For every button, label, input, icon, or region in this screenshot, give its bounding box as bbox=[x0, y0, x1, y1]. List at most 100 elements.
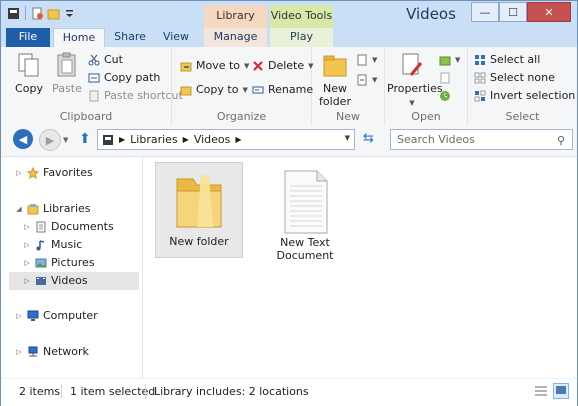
large-icons-view-icon bbox=[556, 386, 566, 394]
recent-locations-chevron-icon[interactable]: ▼ bbox=[63, 136, 68, 144]
minimize-button[interactable]: — bbox=[471, 2, 499, 22]
delete-label: Delete bbox=[268, 59, 305, 72]
nav-item-libraries[interactable]: ◢ Libraries bbox=[15, 200, 91, 218]
properties-label: Properties bbox=[387, 82, 443, 95]
tab-home[interactable]: Home bbox=[53, 28, 105, 49]
tab-file[interactable]: File bbox=[6, 28, 50, 47]
move-to-label: Move to bbox=[196, 59, 241, 72]
libraries-label: Libraries bbox=[43, 202, 91, 215]
scissors-icon bbox=[88, 54, 100, 66]
expand-arrow-icon[interactable]: ▷ bbox=[23, 254, 31, 272]
easy-access-button[interactable]: ▼ bbox=[356, 71, 377, 89]
search-input[interactable]: Search Videos bbox=[390, 129, 573, 150]
up-arrow-icon[interactable]: ⬆ bbox=[79, 131, 91, 147]
easy-access-icon bbox=[356, 74, 368, 86]
copy-to-button[interactable]: Copy to ▼ bbox=[180, 81, 248, 99]
nav-item-music[interactable]: ▷ Music bbox=[23, 236, 82, 254]
new-folder-label-2: folder bbox=[319, 95, 351, 108]
collapse-arrow-icon[interactable]: ◢ bbox=[15, 200, 23, 218]
paste-icon bbox=[53, 51, 81, 79]
large-icons-view-button[interactable] bbox=[553, 383, 569, 399]
status-divider bbox=[145, 384, 146, 399]
nav-item-network[interactable]: ▷ Network bbox=[15, 343, 89, 361]
forward-button[interactable]: ▶ bbox=[39, 129, 61, 151]
nav-item-documents[interactable]: ▷ Documents bbox=[23, 218, 113, 236]
tab-view[interactable]: View bbox=[157, 28, 195, 47]
easy-access-chevron-icon: ▼ bbox=[372, 76, 378, 84]
new-group-label: New bbox=[336, 110, 360, 123]
address-dropdown-icon[interactable]: ▼ bbox=[345, 134, 350, 142]
window-title: Videos bbox=[406, 5, 456, 23]
organize-group-label: Organize bbox=[216, 110, 267, 123]
delete-button[interactable]: Delete ▼ bbox=[252, 57, 314, 75]
history-button[interactable] bbox=[439, 87, 451, 105]
cut-label: Cut bbox=[104, 53, 123, 66]
expand-arrow-icon[interactable]: ▷ bbox=[15, 164, 23, 182]
move-to-icon bbox=[180, 60, 192, 72]
copy-to-chevron-icon: ▼ bbox=[242, 86, 248, 94]
system-menu-icon[interactable] bbox=[7, 7, 20, 20]
paste-label: Paste bbox=[52, 82, 82, 95]
rename-button[interactable]: Rename bbox=[252, 81, 313, 99]
paste-shortcut-label: Paste shortcut bbox=[104, 89, 183, 102]
music-label: Music bbox=[51, 238, 83, 251]
folder-item-new-folder[interactable]: New folder bbox=[155, 162, 243, 258]
favorites-label: Favorites bbox=[43, 166, 93, 179]
tab-manage[interactable]: Manage bbox=[204, 28, 267, 47]
move-to-button[interactable]: Move to ▼ bbox=[180, 57, 249, 75]
copy-button[interactable]: Copy bbox=[11, 51, 47, 95]
properties-button[interactable]: Properties ▼ bbox=[387, 51, 443, 108]
maximize-button[interactable]: ☐ bbox=[499, 2, 527, 22]
organize-group: Move to ▼ Copy to ▼ Delete ▼ Rename Orga… bbox=[172, 47, 314, 125]
select-all-button[interactable]: Select all bbox=[474, 51, 540, 69]
navigation-pane: ▷ Favorites ◢ Libraries ▷ Documents ▷ Mu… bbox=[1, 156, 143, 378]
nav-item-videos[interactable]: ▷ Videos bbox=[9, 272, 139, 290]
close-button[interactable]: ✕ bbox=[527, 2, 571, 22]
ribbon: Copy Paste Cut Copy path Paste shortcut … bbox=[1, 47, 577, 126]
nav-item-favorites[interactable]: ▷ Favorites bbox=[15, 164, 93, 182]
new-item-icon bbox=[356, 54, 368, 66]
back-button[interactable]: ◀ bbox=[13, 129, 33, 149]
new-item-button[interactable]: ▼ bbox=[356, 51, 377, 69]
expand-arrow-icon[interactable]: ▷ bbox=[15, 307, 23, 325]
expand-arrow-icon[interactable]: ▷ bbox=[15, 343, 23, 361]
music-icon bbox=[35, 239, 47, 251]
tab-play[interactable]: Play bbox=[270, 28, 333, 47]
select-group-label: Select bbox=[505, 110, 540, 123]
paste-button[interactable]: Paste bbox=[49, 51, 85, 95]
details-view-button[interactable] bbox=[533, 383, 549, 399]
select-none-button[interactable]: Select none bbox=[474, 69, 555, 87]
file-item-new-text-document[interactable]: New Text Document bbox=[261, 162, 349, 272]
videos-icon bbox=[35, 275, 47, 287]
library-tools-label: Library Tools bbox=[204, 5, 267, 44]
nav-item-computer[interactable]: ▷ Computer bbox=[15, 307, 97, 325]
new-folder-button[interactable]: New folder bbox=[316, 51, 354, 108]
invert-selection-button[interactable]: Invert selection bbox=[474, 87, 575, 105]
refresh-icon[interactable]: ⇆ bbox=[363, 131, 374, 146]
navigation-bar: ◀ ▶ ▼ ⬆ ▶ Libraries ▶ Videos ▶ ▼ ⇆ Searc… bbox=[1, 125, 577, 157]
breadcrumb-libraries[interactable]: Libraries bbox=[130, 133, 178, 146]
tab-share[interactable]: Share bbox=[111, 28, 149, 47]
edit-button[interactable] bbox=[439, 69, 451, 87]
properties-icon[interactable] bbox=[31, 7, 44, 20]
expand-arrow-icon[interactable]: ▷ bbox=[23, 272, 31, 290]
paste-shortcut-button[interactable]: Paste shortcut bbox=[88, 87, 183, 105]
text-document-icon bbox=[277, 168, 333, 236]
rename-label: Rename bbox=[268, 83, 314, 96]
file-list: New folder New Text Document bbox=[143, 156, 577, 378]
nav-item-pictures[interactable]: ▷ Pictures bbox=[23, 254, 94, 272]
open-button[interactable]: ▼ bbox=[439, 51, 460, 69]
copy-to-icon bbox=[180, 84, 192, 96]
address-bar[interactable]: ▶ Libraries ▶ Videos ▶ ▼ bbox=[97, 129, 355, 150]
select-all-icon bbox=[474, 54, 486, 66]
breadcrumb-separator-icon: ▶ bbox=[182, 135, 189, 144]
expand-arrow-icon[interactable]: ▷ bbox=[23, 218, 31, 236]
expand-arrow-icon[interactable]: ▷ bbox=[23, 236, 31, 254]
copy-path-button[interactable]: Copy path bbox=[88, 69, 160, 87]
breadcrumb-videos[interactable]: Videos bbox=[194, 133, 231, 146]
customize-toolbar-icon[interactable] bbox=[63, 7, 76, 20]
new-folder-icon[interactable] bbox=[47, 7, 60, 20]
open-chevron-icon: ▼ bbox=[455, 56, 461, 64]
new-group: New folder ▼ ▼ New bbox=[312, 47, 385, 125]
cut-button[interactable]: Cut bbox=[88, 51, 123, 69]
